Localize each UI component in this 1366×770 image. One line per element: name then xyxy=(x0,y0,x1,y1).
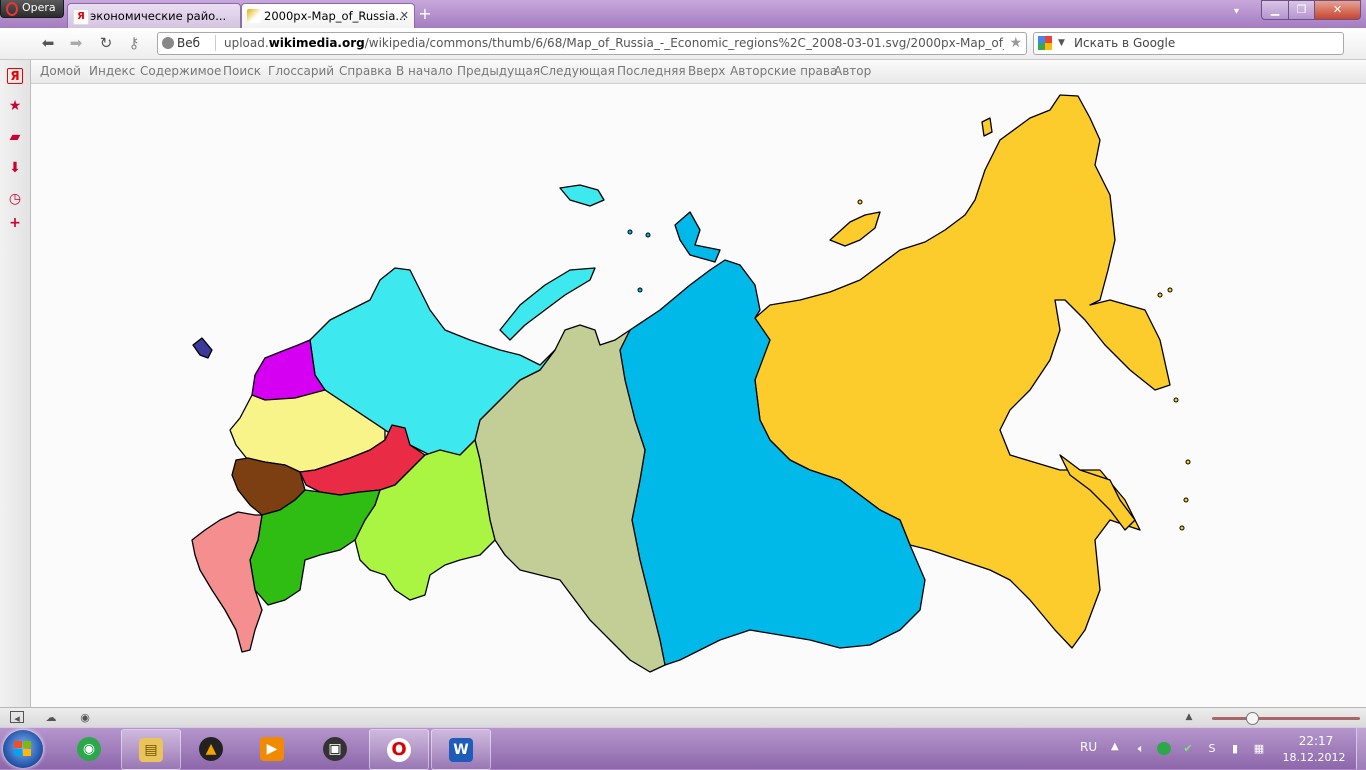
bookmarks-star-icon[interactable]: ★ xyxy=(7,98,23,114)
windows-taskbar: ◉ ▤ ▲ ▶ ▣ O W RU ▲ 🔈︎ ✔ S ▮ ▦ 22:17 18.1… xyxy=(0,727,1366,770)
address-divider xyxy=(215,35,216,51)
clock-time[interactable]: 22:17 xyxy=(1291,734,1341,748)
search-field[interactable]: ▼ Искать в Google xyxy=(1033,32,1344,55)
explorer-folder-icon: ▤ xyxy=(139,738,163,762)
nav-search[interactable]: Поиск xyxy=(223,60,261,82)
wikimedia-icon xyxy=(247,9,261,23)
address-toolbar: ⬅ ➡ ↻ ⚷ Веб upload.wikimedia.org/wikiped… xyxy=(0,28,1366,60)
search-engine-dropdown-icon[interactable]: ▼ xyxy=(1058,34,1065,52)
word-icon: W xyxy=(449,738,473,762)
taskbar-opera[interactable]: O xyxy=(369,729,429,770)
yandex-icon[interactable]: Я xyxy=(7,68,23,84)
url-path: /wikipedia/commons/thumb/6/68/Map_of_Rus… xyxy=(364,36,1004,50)
minimize-button[interactable]: ▁ xyxy=(1261,0,1289,20)
nav-help[interactable]: Справка xyxy=(339,60,392,82)
status-bar: ◂ ☁ ◉ ▲ xyxy=(0,707,1366,728)
taskbar-scanner[interactable]: ▣ xyxy=(306,729,364,768)
google-icon xyxy=(1038,36,1052,50)
show-desktop-button[interactable] xyxy=(1356,728,1366,769)
tab-close-icon[interactable]: ✕ xyxy=(400,4,409,28)
zoom-slider-handle[interactable] xyxy=(1246,712,1259,725)
volume-icon[interactable]: 🔈︎ xyxy=(1134,742,1148,755)
region-far-eastern-islands xyxy=(829,211,881,247)
russia-economic-regions-map xyxy=(191,94,1191,673)
nav-home[interactable]: Домой xyxy=(40,60,81,82)
globe-icon xyxy=(162,37,174,49)
yandex-icon: Я xyxy=(73,9,89,25)
side-panel: Я ★ ▰ ⬇ ◷ + xyxy=(0,60,31,707)
opera-icon: O xyxy=(387,738,411,762)
bookmark-star-icon[interactable]: ★ xyxy=(1009,33,1022,53)
region-north-caucasus xyxy=(191,511,263,653)
downloads-icon[interactable]: ⬇ xyxy=(7,160,23,176)
close-window-button[interactable]: ✕ xyxy=(1314,0,1361,20)
opera-unite-cloud-icon[interactable]: ☁ xyxy=(44,711,58,724)
tab-label: экономические райо... xyxy=(90,9,227,23)
opera-logo-icon xyxy=(6,2,18,16)
nav-contents[interactable]: Содержимое xyxy=(140,60,221,82)
clock-date[interactable]: 18.12.2012 xyxy=(1279,751,1349,764)
forward-button[interactable]: ➡ xyxy=(66,33,86,53)
address-field[interactable]: Веб upload.wikimedia.org/wikipedia/commo… xyxy=(157,32,1027,55)
nav-copyright[interactable]: Авторские права xyxy=(730,60,837,82)
windows-logo-icon xyxy=(14,741,32,757)
url-domain: wikimedia.org xyxy=(268,36,365,50)
tray-green-app-icon[interactable] xyxy=(1157,742,1171,755)
taskbar-network-monitor[interactable]: ◉ xyxy=(60,729,118,768)
web-badge[interactable]: Веб xyxy=(162,35,200,51)
region-far-eastern-islands xyxy=(981,117,993,137)
opera-menu-button[interactable]: Opera xyxy=(0,0,64,18)
language-indicator[interactable]: RU xyxy=(1080,740,1097,754)
nav-author[interactable]: Автор xyxy=(834,60,871,82)
panel-toggle-icon[interactable]: ◂ xyxy=(10,711,24,725)
media-player-icon: ▶ xyxy=(260,737,284,761)
url-prefix: upload. xyxy=(224,36,269,50)
history-clock-icon[interactable]: ◷ xyxy=(7,191,23,207)
nav-glossary[interactable]: Глоссарий xyxy=(268,60,334,82)
tray-expand-icon[interactable]: ▲ xyxy=(1111,741,1119,752)
region-kaliningrad xyxy=(192,337,213,359)
new-tab-button[interactable]: + xyxy=(416,4,434,24)
tab-wikimedia-map[interactable]: 2000px-Map_of_Russia... ✕ xyxy=(241,3,415,29)
tab-yandex[interactable]: Я экономические райо... xyxy=(67,3,241,29)
page-content xyxy=(31,84,1366,707)
nav-first[interactable]: В начало xyxy=(396,60,453,82)
add-panel-icon[interactable]: + xyxy=(7,215,23,231)
maximize-button[interactable]: ❐ xyxy=(1288,0,1315,20)
nav-up[interactable]: Вверх xyxy=(688,60,725,82)
turbo-icon[interactable]: ◉ xyxy=(78,711,92,724)
security-shield-icon[interactable]: ✔ xyxy=(1181,742,1195,755)
notes-icon[interactable]: ▰ xyxy=(7,129,23,145)
web-badge-label: Веб xyxy=(177,36,201,50)
region-east-siberian-taimyr xyxy=(674,211,721,263)
search-placeholder[interactable]: Искать в Google xyxy=(1074,33,1175,53)
taskbar-media-player[interactable]: ▶ xyxy=(243,729,301,768)
zoom-slider-track[interactable] xyxy=(1212,717,1360,720)
network-monitor-icon: ◉ xyxy=(77,737,101,761)
nav-index[interactable]: Индекс xyxy=(89,60,135,82)
title-bar: Opera Я экономические райо... 2000px-Map… xyxy=(0,0,1366,29)
navigation-bar: Домой Индекс Содержимое Поиск Глоссарий … xyxy=(30,60,1366,84)
taskbar-explorer[interactable]: ▤ xyxy=(121,729,181,770)
opera-menu-label: Opera xyxy=(22,1,56,14)
wand-key-icon[interactable]: ⚷ xyxy=(124,33,144,53)
tray-sync-icon[interactable]: S xyxy=(1205,742,1219,755)
taskbar-word[interactable]: W xyxy=(431,729,491,770)
taskbar-aimp[interactable]: ▲ xyxy=(182,729,240,768)
back-button[interactable]: ⬅ xyxy=(38,33,58,53)
nav-previous[interactable]: Предыдущая xyxy=(457,60,540,82)
nav-last[interactable]: Последняя xyxy=(617,60,686,82)
aimp-icon: ▲ xyxy=(199,737,223,761)
reload-button[interactable]: ↻ xyxy=(96,33,116,53)
signal-bars-icon[interactable]: ▮ xyxy=(1228,742,1242,755)
tab-menu-icon[interactable]: ▾ xyxy=(1234,6,1239,17)
start-button[interactable] xyxy=(3,730,43,768)
scanner-icon: ▣ xyxy=(323,737,347,761)
url-text[interactable]: upload.wikimedia.org/wikipedia/commons/t… xyxy=(224,33,1004,53)
tab-label: 2000px-Map_of_Russia... xyxy=(264,9,407,23)
network-icon[interactable]: ▦ xyxy=(1252,742,1266,755)
view-up-arrow-icon[interactable]: ▲ xyxy=(1182,711,1196,724)
region-northern-franz-josef xyxy=(559,184,605,207)
nav-next[interactable]: Следующая xyxy=(540,60,615,82)
